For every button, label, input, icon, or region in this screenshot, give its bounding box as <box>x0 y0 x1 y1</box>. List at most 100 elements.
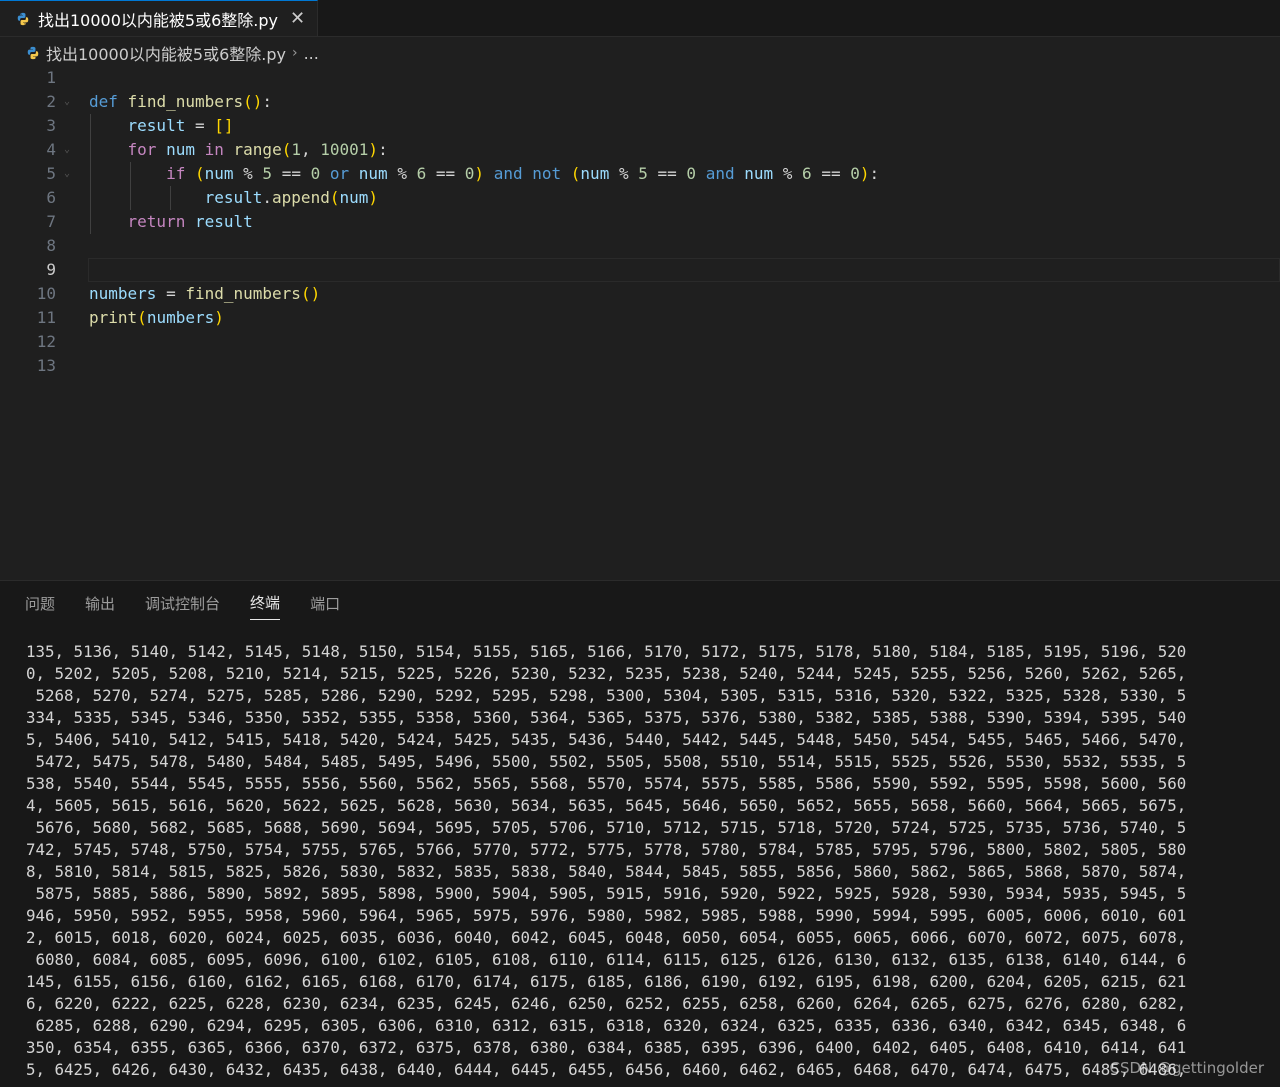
token: 0 <box>850 164 860 183</box>
token: in <box>204 140 224 159</box>
panel-tab-problems[interactable]: 问题 <box>25 587 55 620</box>
token: ( <box>281 140 292 159</box>
token: if <box>166 164 186 183</box>
token: def <box>89 92 118 111</box>
terminal-line: 0, 5202, 5205, 5208, 5210, 5214, 5215, 5… <box>26 664 1187 683</box>
code-line: 11 print(numbers) <box>0 306 1280 330</box>
code-line: 4 ⌄ for num in range(1, 10001): <box>0 138 1280 162</box>
terminal-line: 6285, 6288, 6290, 6294, 6295, 6305, 6306… <box>26 1016 1187 1035</box>
code-line: 10 numbers = find_numbers() <box>0 282 1280 306</box>
terminal-line: 5875, 5885, 5886, 5890, 5892, 5895, 5898… <box>26 884 1187 903</box>
tab-filename: 找出10000以内能被5或6整除.py <box>38 10 278 30</box>
token: () <box>300 284 321 303</box>
line-number: 2 <box>46 92 56 111</box>
code-line: 5 ⌄ if (num % 5 == 0 or num % 6 == 0) and… <box>0 162 1280 186</box>
editor-tab-bar: 找出10000以内能被5或6整除.py ✕ <box>0 0 1280 37</box>
token: == <box>647 164 687 183</box>
line-number: 7 <box>46 212 56 231</box>
token: ) <box>214 308 224 327</box>
token: for <box>127 140 157 159</box>
token: : <box>262 92 273 111</box>
line-number: 12 <box>36 332 56 351</box>
token: ( <box>137 308 147 327</box>
line-number: 10 <box>36 284 56 303</box>
code-line: 7 return result <box>0 210 1280 234</box>
close-tab-icon[interactable]: ✕ <box>290 8 305 29</box>
token: : <box>378 140 388 159</box>
token: num <box>358 164 388 183</box>
terminal-line: 6080, 6084, 6085, 6095, 6096, 6100, 6102… <box>26 950 1187 969</box>
terminal-line: 145, 6155, 6156, 6160, 6162, 6165, 6168,… <box>26 972 1187 991</box>
token: 10001 <box>320 140 369 159</box>
token: 5 <box>262 164 273 183</box>
token: and <box>493 164 523 183</box>
terminal-line: 4, 5605, 5615, 5616, 5620, 5622, 5625, 5… <box>26 796 1187 815</box>
token: result <box>194 212 253 231</box>
terminal-line: 334, 5335, 5345, 5346, 5350, 5352, 5355,… <box>26 708 1187 727</box>
editor-tab-active[interactable]: 找出10000以内能被5或6整除.py ✕ <box>0 0 319 36</box>
fold-chevron-icon[interactable]: ⌄ <box>64 162 70 186</box>
terminal-line: 350, 6354, 6355, 6365, 6366, 6370, 6372,… <box>26 1038 1187 1057</box>
token: = <box>156 284 186 303</box>
terminal-line: 538, 5540, 5544, 5545, 5555, 5556, 5560,… <box>26 774 1187 793</box>
token: ) <box>859 164 870 183</box>
token: == <box>811 164 851 183</box>
terminal-line: 742, 5745, 5748, 5750, 5754, 5755, 5765,… <box>26 840 1187 859</box>
token: [] <box>214 116 234 135</box>
token: or <box>329 164 350 183</box>
watermark: CSDN @gettingolder <box>1109 1059 1264 1077</box>
code-line: 6 result.append(num) <box>0 186 1280 210</box>
terminal-line: 5676, 5680, 5682, 5685, 5688, 5690, 5694… <box>26 818 1187 837</box>
panel-tab-debug-console[interactable]: 调试控制台 <box>145 587 220 620</box>
code-line: 12 <box>0 330 1280 354</box>
panel-tab-terminal[interactable]: 终端 <box>250 586 281 620</box>
python-file-icon <box>26 46 40 60</box>
line-number: 4 <box>46 140 56 159</box>
terminal-line: 2, 6015, 6018, 6020, 6024, 6025, 6035, 6… <box>26 928 1187 947</box>
token: ( <box>570 164 581 183</box>
terminal-line: 6, 6220, 6222, 6225, 6228, 6230, 6234, 6… <box>26 994 1187 1013</box>
token: num <box>166 140 195 159</box>
terminal-line: 5268, 5270, 5274, 5275, 5285, 5286, 5290… <box>26 686 1187 705</box>
panel-tab-output[interactable]: 输出 <box>85 587 115 620</box>
token: 6 <box>416 164 427 183</box>
line-number: 6 <box>46 188 56 207</box>
token: . <box>262 188 273 207</box>
token: % <box>387 164 417 183</box>
token: ( <box>194 164 205 183</box>
token: 6 <box>802 164 812 183</box>
token: 5 <box>638 164 648 183</box>
fold-chevron-icon[interactable]: ⌄ <box>64 138 70 162</box>
bottom-panel: 问题 输出 调试控制台 终端 端口 135, 5136, 5140, 5142,… <box>0 580 1280 1087</box>
token: 1 <box>291 140 301 159</box>
code-line: 13 <box>0 354 1280 378</box>
token: ) <box>368 140 379 159</box>
line-number: 3 <box>46 116 56 135</box>
terminal-line: 8, 5810, 5814, 5815, 5825, 5826, 5830, 5… <box>26 862 1187 881</box>
token: 0 <box>686 164 697 183</box>
token: 0 <box>464 164 475 183</box>
breadcrumb: 找出10000以内能被5或6整除.py › ... <box>0 37 1280 69</box>
fold-chevron-icon[interactable]: ⌄ <box>64 90 70 114</box>
token: numbers <box>146 308 215 327</box>
token: print <box>89 308 138 327</box>
token: num <box>204 164 234 183</box>
code-editor[interactable]: 1 2 ⌄ def find_numbers(): 3 result = [] 4 ⌄… <box>0 66 1280 578</box>
line-number: 5 <box>46 164 56 183</box>
token: % <box>773 164 803 183</box>
panel-tab-ports[interactable]: 端口 <box>310 587 340 620</box>
token: 0 <box>310 164 321 183</box>
token: range <box>233 140 282 159</box>
token: result <box>127 116 186 135</box>
code-line: 1 <box>0 66 1280 90</box>
token: num <box>339 188 369 207</box>
token: not <box>532 164 562 183</box>
breadcrumb-more[interactable]: ... <box>304 44 319 63</box>
token: = <box>185 116 215 135</box>
chevron-right-icon: › <box>291 45 298 61</box>
breadcrumb-file[interactable]: 找出10000以内能被5或6整除.py <box>46 41 286 65</box>
terminal-line: 5472, 5475, 5478, 5480, 5484, 5485, 5495… <box>26 752 1187 771</box>
terminal-output[interactable]: 135, 5136, 5140, 5142, 5145, 5148, 5150,… <box>26 641 1270 1081</box>
token: append <box>272 188 330 207</box>
token: % <box>609 164 639 183</box>
